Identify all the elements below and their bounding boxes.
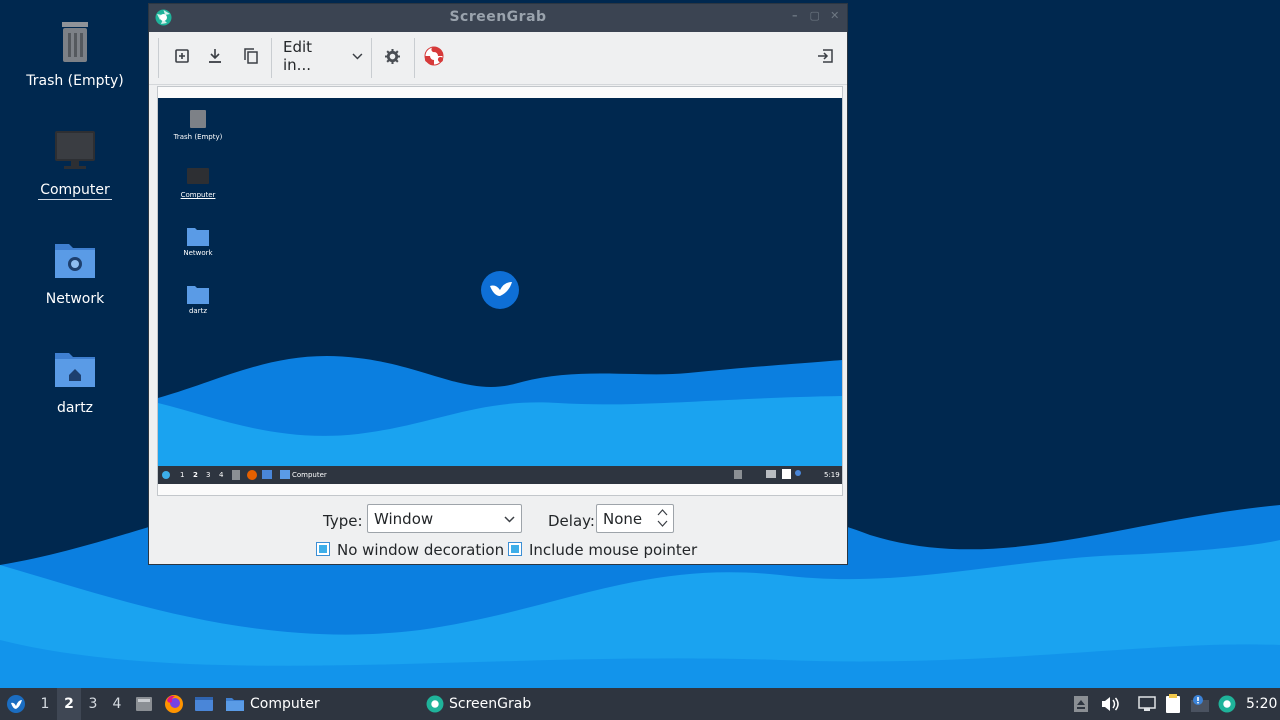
desktop-icon-label: Trash (Empty)	[26, 73, 124, 89]
preview-workspace: 1	[180, 471, 185, 479]
desktop-icon-network[interactable]: Network	[20, 236, 130, 308]
include-pointer-label[interactable]: Include mouse pointer	[529, 541, 697, 559]
chevron-down-icon	[352, 53, 363, 60]
workspace-4[interactable]: 4	[105, 688, 129, 720]
include-pointer-checkbox[interactable]	[508, 542, 522, 556]
firefox-icon	[165, 695, 183, 713]
preview-image: Trash (Empty) Computer Network dartz 1 2…	[158, 98, 842, 484]
preview-workspace: 4	[219, 471, 224, 479]
screengrab-window: ScreenGrab – ▢ ✕ Edit in... Trash (Empty…	[148, 3, 848, 565]
folder-icon	[226, 698, 244, 711]
desktop-icon-label: Computer	[38, 182, 112, 200]
copy-button[interactable]	[238, 43, 264, 69]
delay-label: Delay:	[548, 512, 595, 530]
preview-workspace: 3	[206, 471, 211, 479]
preview-icon-label: Network	[183, 249, 213, 257]
clipboard-icon	[1166, 694, 1180, 713]
lifebuoy-icon	[424, 46, 444, 66]
type-select[interactable]: Window	[367, 504, 522, 533]
new-screenshot-button[interactable]	[169, 43, 195, 69]
delay-spinbox[interactable]: None	[596, 504, 674, 533]
workspace-3[interactable]: 3	[81, 688, 105, 720]
close-button[interactable]: ✕	[829, 10, 841, 22]
update-notifier-icon	[1191, 695, 1209, 712]
network-icon	[1138, 696, 1156, 711]
no-decoration-label[interactable]: No window decoration	[337, 541, 504, 559]
screengrab-icon	[426, 695, 444, 713]
preview-clock: 5:19	[824, 471, 840, 479]
lubuntu-logo-icon	[7, 695, 25, 713]
workspace-1[interactable]: 1	[33, 688, 57, 720]
delay-value: None	[603, 510, 643, 528]
show-desktop-button[interactable]	[133, 688, 155, 720]
clock[interactable]: 5:20	[1246, 688, 1277, 720]
help-button[interactable]	[421, 43, 447, 69]
tray-screengrab[interactable]	[1217, 688, 1237, 720]
no-decoration-checkbox[interactable]	[316, 542, 330, 556]
preview-icon-label: Computer	[180, 191, 216, 199]
screenshot-preview: Trash (Empty) Computer Network dartz 1 2…	[157, 86, 843, 496]
type-label: Type:	[323, 512, 363, 530]
edit-in-dropdown[interactable]: Edit in...	[283, 38, 363, 74]
preview-workspace: 2	[193, 471, 198, 479]
preview-task-label: Computer	[292, 471, 327, 479]
show-desktop-icon	[136, 697, 152, 711]
maximize-button[interactable]: ▢	[809, 10, 821, 22]
preview-icon-label: Trash (Empty)	[173, 133, 223, 141]
copy-icon	[244, 48, 258, 64]
taskbar: 1 2 3 4 Computer ScreenGrab 5:20	[0, 688, 1280, 720]
new-screenshot-icon	[175, 49, 189, 63]
eject-icon	[1074, 696, 1088, 712]
save-download-icon	[209, 49, 221, 63]
type-select-value: Window	[374, 510, 434, 528]
preview-taskbar: 1 2 3 4 Computer 5:19	[158, 468, 842, 484]
gear-icon	[384, 48, 400, 64]
network-folder-icon	[50, 236, 100, 286]
minimize-button[interactable]: –	[789, 10, 801, 22]
tray-volume[interactable]	[1099, 688, 1121, 720]
file-manager-launcher[interactable]	[193, 688, 215, 720]
volume-icon	[1102, 697, 1119, 711]
save-button[interactable]	[202, 43, 228, 69]
window-title: ScreenGrab	[449, 9, 547, 25]
task-label: Computer	[250, 696, 320, 712]
desktop-icon-dartz[interactable]: dartz	[20, 345, 130, 417]
start-menu-button[interactable]	[4, 688, 28, 720]
tray-clipboard[interactable]	[1163, 688, 1183, 720]
desktop-icon-computer[interactable]: Computer	[20, 127, 130, 200]
spin-arrows-icon[interactable]	[657, 508, 668, 528]
file-manager-icon	[195, 697, 213, 711]
window-titlebar[interactable]: ScreenGrab – ▢ ✕	[149, 4, 847, 32]
chevron-down-icon	[504, 516, 515, 523]
tray-network[interactable]	[1137, 688, 1157, 720]
screengrab-icon	[1218, 695, 1236, 713]
workspace-2[interactable]: 2	[57, 688, 81, 720]
monitor-icon	[50, 127, 100, 177]
home-folder-icon	[50, 345, 100, 395]
task-screengrab[interactable]: ScreenGrab	[426, 688, 531, 720]
tray-updates[interactable]	[1189, 688, 1211, 720]
preview-icon-label: dartz	[188, 307, 208, 315]
desktop-icon-label: Network	[45, 291, 105, 307]
trash-icon	[50, 18, 100, 68]
edit-in-label: Edit in...	[283, 38, 313, 74]
desktop-icon-label: dartz	[56, 400, 94, 416]
exit-icon	[818, 49, 833, 63]
tray-upload[interactable]	[1071, 688, 1091, 720]
task-computer[interactable]: Computer	[225, 688, 320, 720]
exit-button[interactable]	[812, 43, 838, 69]
desktop-icon-trash[interactable]: Trash (Empty)	[20, 18, 130, 90]
main-toolbar: Edit in...	[149, 32, 847, 85]
task-label: ScreenGrab	[449, 696, 532, 712]
preview-wallpaper	[158, 98, 842, 484]
firefox-launcher[interactable]	[163, 688, 185, 720]
settings-button[interactable]	[379, 43, 405, 69]
